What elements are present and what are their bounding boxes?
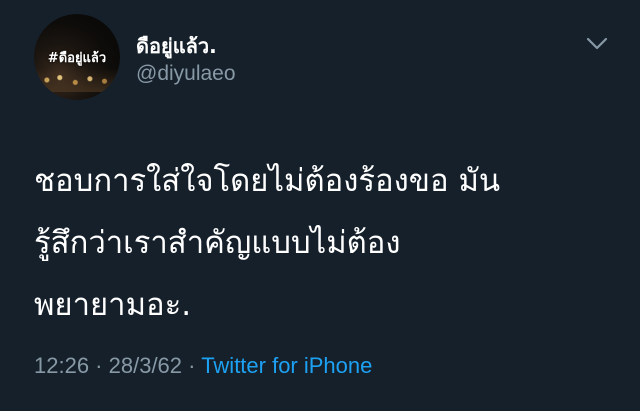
avatar-hashtag-text: #ดือยู่แล้ว — [47, 51, 107, 66]
display-name[interactable]: ดือยู่แล้ว. — [136, 30, 217, 62]
tweet-text-line: พยายามอะ. — [34, 287, 192, 323]
tweet-time: 12:26 — [34, 353, 90, 378]
meta-separator: · — [182, 353, 202, 378]
avatar-photo-lights — [34, 68, 120, 92]
tweet-text-line: รู้สึกว่าเราสำคัญแบบไม่ต้อง — [34, 225, 401, 261]
tweet-source-link[interactable]: Twitter for iPhone — [201, 353, 372, 378]
chevron-down-icon[interactable] — [586, 36, 608, 52]
tweet-text-line: ชอบการใส่ใจโดยไม่ต้องร้องขอ มัน — [34, 163, 501, 199]
avatar[interactable]: #ดือยู่แล้ว — [34, 14, 120, 100]
tweet-date: 28/3/62 — [108, 353, 183, 378]
meta-separator: · — [89, 353, 109, 378]
tweet-meta: 12:26 · 28/3/62 · Twitter for iPhone — [34, 353, 372, 379]
user-handle[interactable]: @diyulaeo — [136, 62, 236, 86]
tweet-text: ชอบการใส่ใจโดยไม่ต้องร้องขอ มัน รู้สึกว่… — [34, 150, 624, 336]
tweet-card: #ดือยู่แล้ว ดือยู่แล้ว. @diyulaeo ชอบการ… — [0, 0, 640, 411]
